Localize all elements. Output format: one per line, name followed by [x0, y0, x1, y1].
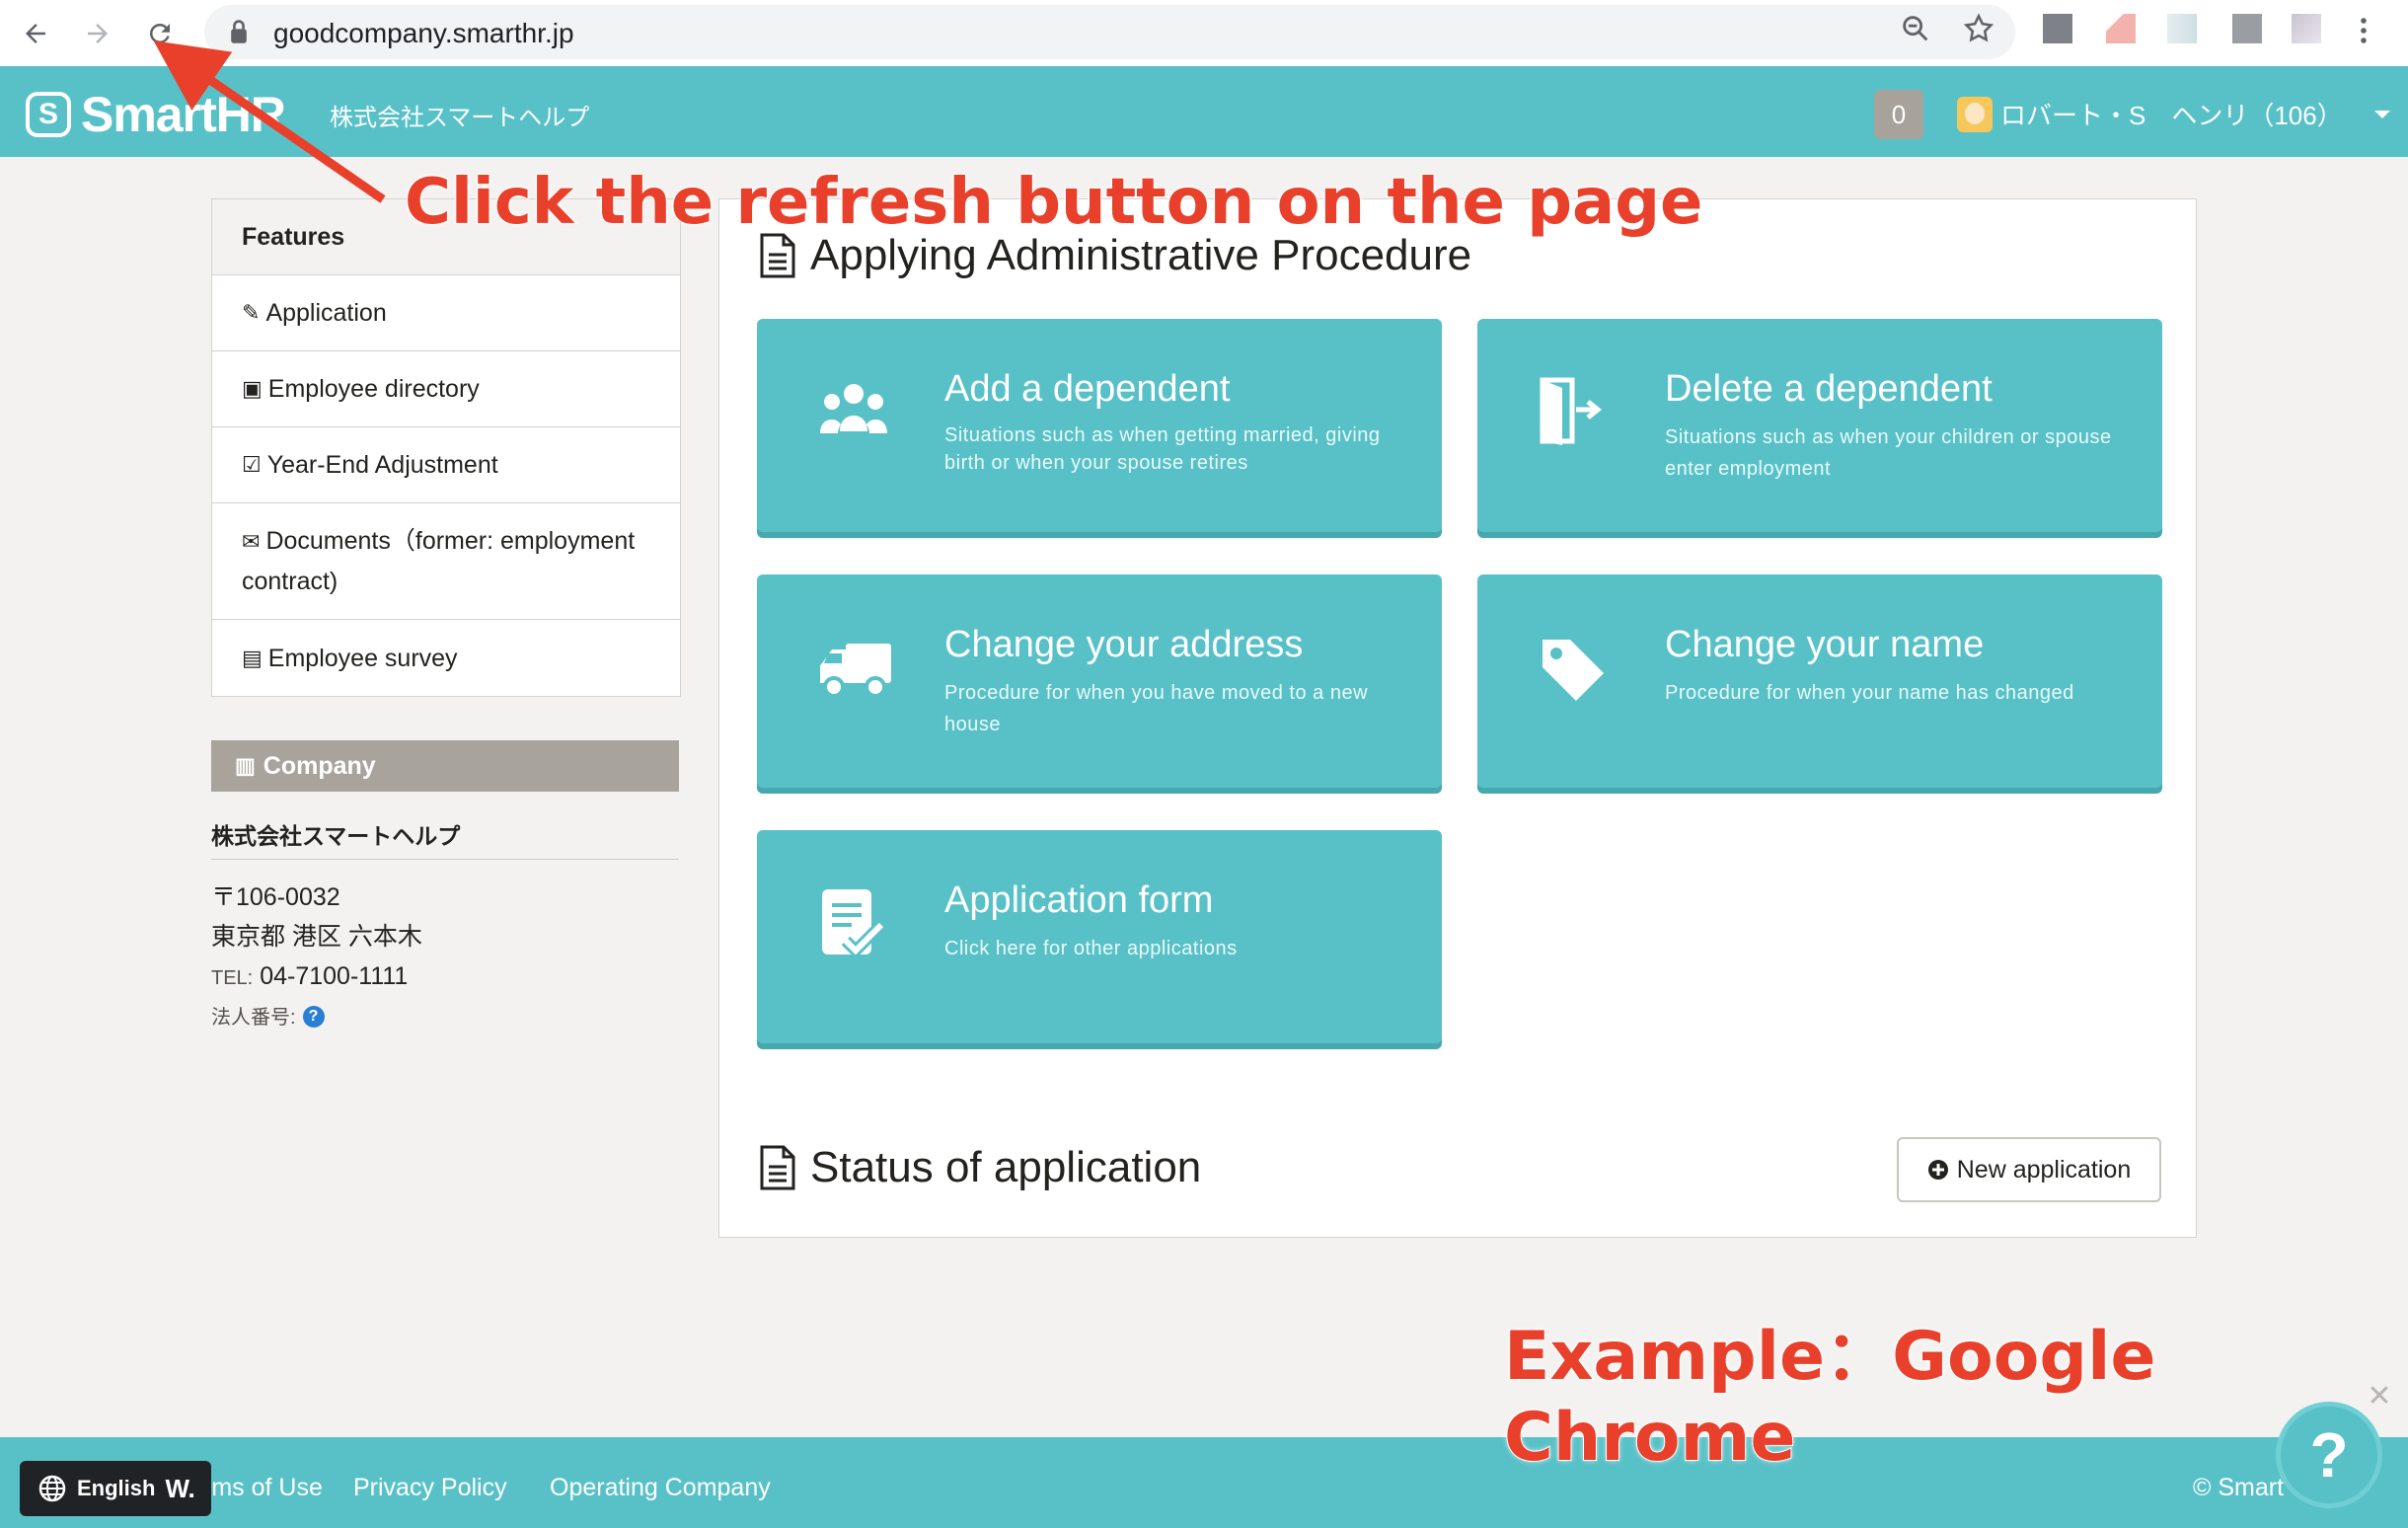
- main-panel: Applying Administrative Procedure Add a …: [718, 198, 2197, 1238]
- company-tel: TEL: 04-7100-1111: [211, 956, 679, 996]
- extension-icon[interactable]: [2106, 14, 2136, 43]
- application-form-card[interactable]: Application form Click here for other ap…: [757, 830, 1442, 1043]
- zoom-icon[interactable]: [1899, 12, 1932, 45]
- calendar-check-icon: ☑: [242, 452, 262, 477]
- back-button[interactable]: [14, 12, 57, 55]
- plus-circle-icon: [1927, 1160, 1948, 1180]
- translate-w-icon: W.: [165, 1473, 195, 1503]
- refresh-icon: [149, 23, 170, 43]
- status-section-title: Status of application: [759, 1143, 1201, 1192]
- document-edit-icon: ✎: [242, 300, 261, 325]
- card-title: Change your address: [944, 624, 1304, 665]
- card-title: Delete a dependent: [1665, 368, 1993, 410]
- company-corp-number: 法人番号: ?: [211, 996, 679, 1035]
- people-group-icon: [820, 384, 887, 433]
- refresh-button[interactable]: [138, 12, 182, 55]
- card-title: Add a dependent: [944, 368, 1231, 410]
- company-address: 東京都 港区 六本木: [211, 923, 422, 951]
- status-title-text: Status of application: [810, 1143, 1202, 1191]
- id-card-icon: ▣: [242, 376, 263, 401]
- app-header: S SmartHR 株式会社スマートヘルプ 0 ロバート・S ヘンリ（106）: [0, 66, 2408, 157]
- card-description: Situations such as when getting married,…: [944, 424, 1381, 474]
- corp-number-label: 法人番号:: [211, 1007, 296, 1029]
- card-description: Procedure for when you have moved to a n…: [944, 682, 1369, 735]
- inbox-icon: ✉: [242, 529, 261, 554]
- tag-icon: [1543, 640, 1604, 701]
- annotation-example: Example：Google Chrome: [1503, 1317, 2157, 1478]
- help-circle-icon[interactable]: ?: [302, 1006, 325, 1029]
- building-icon: ▥: [235, 753, 256, 778]
- company-name: 株式会社スマートヘルプ: [211, 817, 679, 860]
- language-label: English: [77, 1476, 156, 1500]
- document-icon: [760, 233, 795, 278]
- features-panel: Features ✎ Application ▣ Employee direct…: [211, 198, 681, 697]
- extension-icon[interactable]: [2232, 14, 2262, 43]
- globe-icon: [38, 1475, 66, 1502]
- change-address-card[interactable]: Change your address Procedure for when y…: [757, 574, 1442, 788]
- address-bar[interactable]: goodcompany.smarthr.jp: [204, 5, 2015, 59]
- sidebar-item-year-end-adjustment[interactable]: ☑ Year-End Adjustment: [212, 427, 680, 503]
- company-section-header: ▥ Company: [211, 740, 679, 792]
- url-text: goodcompany.smarthr.jp: [273, 18, 574, 48]
- privacy-policy-link[interactable]: Privacy Policy: [353, 1474, 507, 1502]
- logo-text: SmartHR: [81, 87, 286, 142]
- logo-mark-icon: S: [26, 92, 71, 137]
- sidebar-item-label: Employee directory: [267, 375, 480, 403]
- sidebar-item-label: Year-End Adjustment: [266, 451, 498, 479]
- forward-arrow-icon: [88, 24, 108, 43]
- sidebar-item-employee-survey[interactable]: ▤ Employee survey: [212, 620, 680, 696]
- extension-icon[interactable]: [2167, 14, 2197, 43]
- form-check-icon: [822, 889, 886, 959]
- card-title: Change your name: [1665, 624, 1985, 665]
- sidebar-item-documents[interactable]: ✉ Documents（former: employment contract): [212, 503, 680, 620]
- notification-badge[interactable]: 0: [1874, 90, 1923, 139]
- chevron-down-icon: [2373, 110, 2390, 118]
- truck-icon: [820, 644, 891, 698]
- copyright-text: © Smart: [2193, 1474, 2285, 1501]
- sidebar-item-label: Employee survey: [267, 644, 458, 672]
- user-menu[interactable]: ロバート・S ヘンリ（106）: [1957, 96, 2390, 132]
- bookmark-star-icon[interactable]: [1962, 12, 1995, 45]
- new-application-label: New application: [1956, 1155, 2132, 1184]
- user-name: ロバート・S ヘンリ（106）: [2000, 101, 2343, 130]
- change-name-card[interactable]: Change your name Procedure for when your…: [1477, 574, 2162, 788]
- card-description: Procedure for when your name has changed: [1665, 682, 2074, 704]
- lock-icon: [231, 20, 247, 43]
- profile-avatar-icon[interactable]: [2292, 14, 2321, 43]
- operating-company-link[interactable]: Operating Company: [550, 1474, 771, 1502]
- terms-link[interactable]: rms of Use: [203, 1474, 323, 1502]
- forward-button[interactable]: [76, 12, 119, 55]
- back-arrow-icon: [26, 24, 45, 43]
- card-description: Click here for other applications: [944, 938, 1238, 959]
- company-postal: 〒106-0032: [211, 883, 340, 911]
- tel-value: 04-7100-1111: [260, 962, 409, 990]
- sidebar-item-label: Application: [265, 299, 387, 327]
- delete-dependent-card[interactable]: Delete a dependent Situations such as wh…: [1477, 319, 2162, 532]
- sidebar-item-employee-directory[interactable]: ▣ Employee directory: [212, 351, 680, 427]
- new-application-button[interactable]: New application: [1897, 1137, 2161, 1202]
- card-description: Situations such as when your children or…: [1665, 426, 2112, 480]
- avatar: [1957, 96, 1993, 132]
- company-title: Company: [263, 751, 376, 780]
- company-info: 株式会社スマートヘルプ 〒106-0032 東京都 港区 六本木 TEL: 04…: [211, 817, 679, 1035]
- header-company-name: 株式会社スマートヘルプ: [330, 105, 590, 131]
- tel-label: TEL:: [211, 967, 254, 989]
- card-title: Application form: [944, 879, 1214, 921]
- smarthr-logo[interactable]: S SmartHR: [26, 86, 286, 143]
- document-icon: [760, 1145, 795, 1190]
- browser-toolbar: goodcompany.smarthr.jp: [0, 0, 2408, 67]
- clipboard-icon: ▤: [242, 645, 263, 670]
- door-exit-icon: [1540, 377, 1603, 445]
- language-switcher[interactable]: English W.: [20, 1461, 211, 1516]
- sidebar-item-application[interactable]: ✎ Application: [212, 275, 680, 351]
- sidebar-item-label: Documents（former: employment contract): [242, 527, 636, 595]
- annotation-instruction: Click the refresh button on the page: [404, 165, 1703, 240]
- browser-menu-icon[interactable]: [2361, 16, 2367, 45]
- add-dependent-card[interactable]: Add a dependent Situations such as when …: [757, 319, 1442, 532]
- extension-icon[interactable]: [2043, 14, 2072, 43]
